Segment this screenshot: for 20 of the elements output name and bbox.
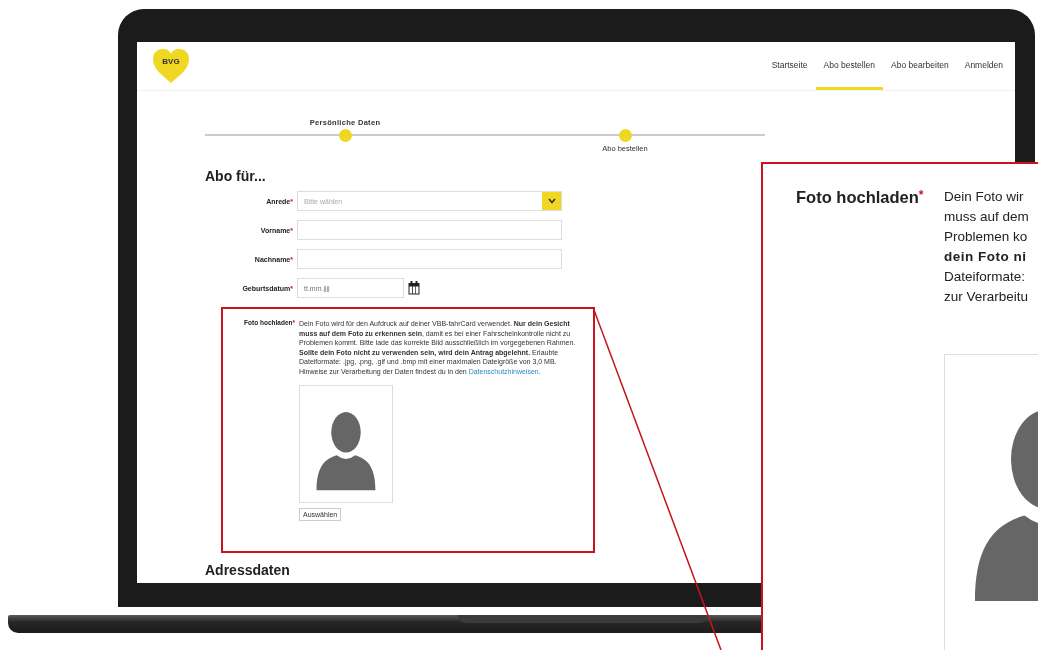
instruction-line: Dateiformate: <box>944 268 1027 286</box>
step-dot <box>338 128 352 142</box>
section-title: Adressdaten <box>205 562 291 578</box>
instruction-line: muss auf dem <box>944 208 1030 226</box>
nav-link[interactable]: Anmelden <box>956 42 1011 90</box>
nav-link[interactable]: Startseite <box>763 42 816 90</box>
field-label: Foto hochladen* <box>796 188 925 208</box>
text-field[interactable] <box>297 249 562 269</box>
instruction-line: Dein Foto wir <box>944 188 1025 206</box>
nav-link[interactable]: Abo bestellen <box>815 42 884 90</box>
calendar-icon[interactable] <box>408 281 420 295</box>
text-field[interactable] <box>297 220 562 240</box>
step-dot <box>618 128 632 142</box>
section-title: Abo für... <box>205 168 267 184</box>
chevron-down-icon <box>547 198 556 204</box>
instruction-line: zur Verarbeitu <box>944 288 1030 306</box>
instruction-line: Problemen ko <box>944 228 1029 246</box>
instruction-line: dein Foto ni <box>944 248 1028 266</box>
nav-link[interactable]: Abo bearbeiten <box>883 42 957 90</box>
heart-logo[interactable]: BVG <box>152 48 190 84</box>
